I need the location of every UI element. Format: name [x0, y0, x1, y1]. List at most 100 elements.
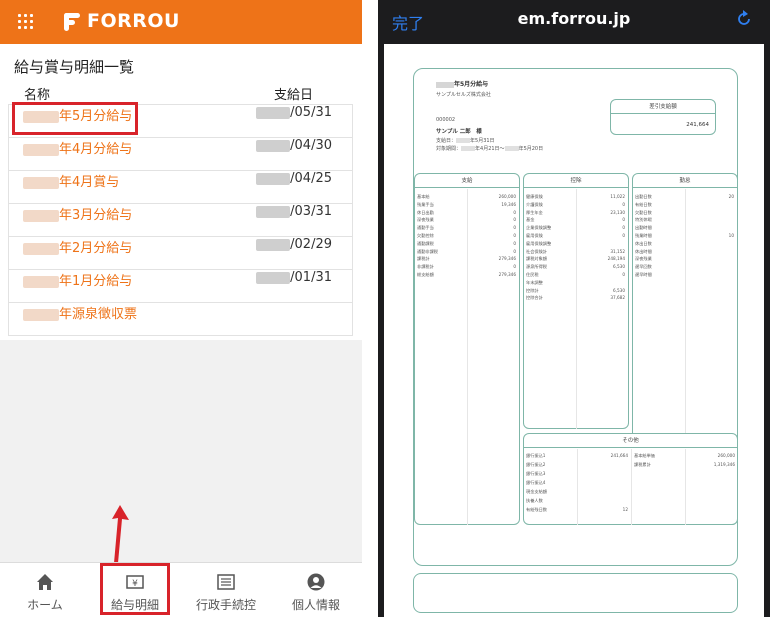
highlight-box — [12, 102, 138, 135]
list-header: 名称 支給日 — [8, 82, 353, 104]
list-item[interactable]: 年4月分給与 /04/30 — [9, 138, 352, 171]
nav-admin-procedures[interactable]: 行政手続控 — [181, 563, 271, 617]
section-title: 支給 — [415, 174, 519, 188]
item-label: 深夜残業 — [417, 217, 434, 223]
other-section: その他 銀行振込1 241,664 銀行振込2 銀行振込3 銀行振込4 現金支給額 扶養人数… — [523, 433, 738, 525]
pay-date: 年5月31日 — [470, 138, 495, 144]
payslip-list: 年5月分給与 /05/31 年4月分給与 /04/30 年4月賞与 /04/25… — [8, 104, 353, 336]
item-label: 通勤手当 — [417, 225, 434, 231]
redacted-year — [23, 143, 59, 156]
redacted-year — [23, 209, 59, 222]
item-label: 有給残日数 — [526, 507, 547, 512]
item-name: 年4月賞与 — [59, 175, 120, 190]
item-date: /05/31 — [290, 105, 332, 120]
payslip-document: 年5月分給与 サンプルセルズ株式会社 000002 サンプル 二郎 様 支給日：… — [413, 68, 738, 566]
redacted-year — [256, 205, 291, 218]
net-pay-box: 差引支給額 241,664 — [610, 99, 716, 135]
item-label: 銀行振込1 — [526, 453, 546, 458]
redacted-year — [461, 146, 476, 151]
item-label: 雇用保険 — [526, 233, 543, 238]
item-value: 0 — [622, 233, 625, 238]
document-icon — [217, 574, 235, 590]
reload-icon[interactable] — [734, 9, 754, 29]
column-header-date: 支給日 — [273, 88, 313, 103]
item-label: 欠勤控除 — [417, 233, 434, 238]
item-label: 課税計 — [417, 256, 430, 262]
item-label: 社会保険計 — [526, 248, 547, 254]
item-value: 31,152 — [610, 248, 625, 254]
item-label: 非課税計 — [417, 264, 434, 270]
item-label: 銀行振込4 — [526, 480, 546, 485]
item-label: 雇用保険調整 — [526, 240, 552, 246]
nav-label: 行政手続控 — [195, 598, 256, 612]
net-pay-label: 差引支給額 — [611, 100, 715, 114]
item-label: 企業保険調整 — [526, 225, 552, 231]
redacted-year — [256, 106, 291, 119]
nav-personal-info[interactable]: 個人情報 — [271, 563, 361, 617]
apps-grid-icon[interactable] — [18, 14, 34, 30]
pay-date-label: 支給日： — [436, 138, 457, 144]
item-label: 控除合計 — [526, 295, 543, 301]
item-name: 年4月分給与 — [59, 142, 133, 157]
item-value: 6,530 — [613, 264, 625, 270]
item-value: 0 — [513, 240, 516, 246]
item-value: 10 — [728, 233, 734, 238]
app-screen: FORROU 給与賞与明細一覧 名称 支給日 年5月分給与 /05/31 年4月… — [0, 0, 362, 617]
item-label: 介護保険 — [526, 201, 543, 207]
item-label: 基金 — [526, 217, 535, 223]
section-title: 控除 — [524, 174, 628, 188]
list-item[interactable]: 年3月分給与 /03/31 — [9, 204, 352, 237]
redacted-year — [23, 308, 59, 321]
list-item[interactable]: 年源泉徴収票 — [9, 303, 352, 336]
item-label: 休出日数 — [635, 240, 652, 246]
item-label: 厚生年金 — [526, 209, 543, 215]
url-title: em.forrou.jp — [517, 9, 631, 28]
app-header: FORROU — [0, 0, 362, 44]
list-item[interactable]: 年1月分給与 /01/31 — [9, 270, 352, 303]
item-value: 241,664 — [610, 453, 628, 458]
item-label: 基本給 — [417, 194, 430, 199]
list-item[interactable]: 年2月分給与 /02/29 — [9, 237, 352, 270]
item-label: 住民税 — [526, 272, 539, 277]
forrou-logo-icon — [64, 13, 80, 31]
item-label: 現金支給額 — [526, 489, 547, 494]
item-value: 279,346 — [498, 272, 516, 277]
redacted-year — [256, 238, 291, 251]
item-value: 0 — [622, 272, 625, 277]
item-value: 6,530 — [613, 287, 625, 293]
item-label: 年末調整 — [526, 279, 543, 285]
item-label: 出勤時間 — [635, 225, 652, 231]
item-value: 23,130 — [610, 209, 625, 215]
item-label: 残業手当 — [417, 201, 434, 207]
item-value: 0 — [622, 225, 625, 231]
pdf-viewer-screen: 完了 em.forrou.jp 年5月分給与 サンプルセルズ株式会社 00000… — [378, 0, 770, 617]
item-value: 11,022 — [610, 194, 625, 199]
item-name: 年源泉徴収票 — [59, 307, 138, 322]
pay-section: 支給 基本給 260,000 残業手当 19,346 休日出勤 0 深夜残業 0 通勤手当 0 欠勤… — [414, 173, 520, 525]
item-label: 控除計 — [526, 287, 539, 293]
item-date: /04/30 — [290, 138, 332, 153]
notes-box — [413, 573, 738, 613]
redacted-year — [504, 146, 519, 151]
list-item[interactable]: 年4月賞与 /04/25 — [9, 171, 352, 204]
deduction-section: 控除 健康保険 11,022 介護保険 0 厚生年金 23,130 基金 0 企業保険調整 0 雇用… — [523, 173, 629, 429]
brand-name: FORROU — [87, 10, 180, 32]
item-value: 260,000 — [717, 453, 735, 458]
item-label: 有給日数 — [635, 201, 652, 207]
item-name: 年2月分給与 — [59, 241, 133, 256]
item-label: 欠勤日数 — [635, 209, 652, 215]
item-label: 健康保険 — [526, 194, 543, 199]
nav-home[interactable]: ホーム — [0, 563, 90, 617]
bottom-nav: ホーム ¥ 給与明細 行政手続控 個人情報 — [0, 562, 362, 617]
period-to: 年5月20日 — [518, 146, 544, 152]
item-value: 19,346 — [501, 201, 516, 207]
company-name: サンプルセルズ株式会社 — [436, 92, 491, 98]
nav-label: ホーム — [27, 598, 63, 612]
redacted-year — [256, 172, 291, 185]
page-title: 給与賞与明細一覧 — [14, 58, 135, 76]
home-icon — [37, 574, 53, 590]
item-value: 1,319,346 — [713, 462, 735, 467]
redacted-year — [23, 275, 59, 288]
item-label: 扶養人数 — [526, 498, 543, 503]
item-value: 0 — [513, 233, 516, 238]
